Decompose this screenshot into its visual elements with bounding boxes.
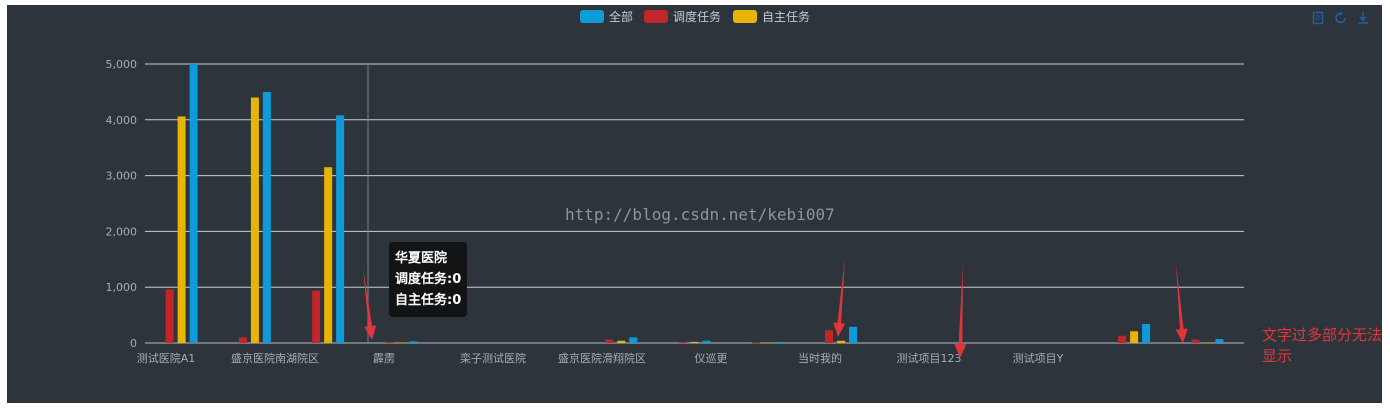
bar[interactable] [690,341,699,343]
bar[interactable] [409,341,418,343]
y-tick-label: 3,000 [106,170,138,183]
bar[interactable] [629,337,638,343]
bar[interactable] [250,97,259,343]
bar[interactable] [617,340,626,343]
bar[interactable] [702,340,711,343]
grid-lines [145,63,1244,344]
annotation-arrow [363,268,377,340]
legend-label[interactable]: 全部 [609,9,633,24]
bar[interactable] [763,342,772,344]
bar[interactable] [678,341,687,343]
tooltip-line-dispatch: 调度任务:0 [395,272,462,287]
bar[interactable] [177,116,186,344]
chart-tooltip: 华夏医院 调度任务:0 自主任务:0 [389,242,468,317]
x-tick-label: 霹雳 [373,352,395,365]
bar[interactable] [312,290,321,343]
bar[interactable] [605,339,614,343]
bar[interactable] [1130,331,1139,343]
restore-icon[interactable] [1334,10,1348,24]
chart-legend: 全部 调度任务 自主任务 [580,9,810,24]
bar[interactable] [849,326,858,343]
bar[interactable] [1142,324,1151,343]
x-tick-label: 测试项目Y [1013,352,1064,365]
annotation-arrow [954,264,967,358]
y-tick-label: 0 [130,337,137,350]
data-view-icon[interactable] [1311,10,1325,25]
overflow-note: 文字过多部分无法显示 [1262,326,1383,365]
x-tick-label: 测试项目123 [897,352,962,365]
x-tick-label: 栾子测试医院 [460,351,526,365]
bar[interactable] [1191,339,1200,343]
x-axis: 测试医院A1 盛京医院南湖院区 霹雳 栾子测试医院 盛京医院滑翔院区 仪巡更 当时我的 测试项… [137,351,1064,365]
y-tick-label: 1,000 [106,281,138,294]
bar[interactable] [825,330,834,343]
bar-series [165,64,1224,344]
bar[interactable] [751,342,760,344]
x-tick-label: 盛京医院滑翔院区 [558,351,646,365]
legend-label[interactable]: 自主任务 [762,9,810,24]
legend-swatch[interactable] [733,10,757,23]
x-tick-label: 盛京医院南湖院区 [231,351,319,365]
tooltip-title: 华夏医院 [395,251,448,266]
bar[interactable] [775,341,784,343]
legend-swatch[interactable] [644,10,668,23]
x-tick-label: 当时我的 [798,351,842,365]
watermark: http://blog.csdn.net/kebi007 [565,205,835,224]
bar[interactable] [1215,339,1224,343]
y-tick-label: 4,000 [106,114,138,127]
bar[interactable] [189,64,198,343]
bar[interactable] [238,337,247,343]
x-tick-label: 仪巡更 [695,352,728,365]
legend-swatch[interactable] [580,10,604,23]
legend-label[interactable]: 调度任务 [673,9,721,24]
bar[interactable] [1203,342,1212,344]
tooltip-line-autonomous: 自主任务:0 [395,293,462,308]
bar-chart: 全部 调度任务 自主任务 0 1,000 2,000 3,000 4,000 5,000 测试… [106,9,1244,365]
bar[interactable] [837,340,846,343]
annotation-arrow [1175,264,1188,343]
bar[interactable] [385,341,394,343]
bar[interactable] [397,342,406,344]
bar[interactable] [165,289,174,343]
bar[interactable] [262,91,271,344]
y-axis: 0 1,000 2,000 3,000 4,000 5,000 [106,58,138,350]
bar[interactable] [324,167,333,343]
bar[interactable] [336,115,345,343]
y-tick-label: 5,000 [106,58,138,71]
bar[interactable] [1118,335,1127,343]
annotation-arrow [833,258,846,337]
save-image-icon[interactable] [1356,10,1370,24]
y-tick-label: 2,000 [106,225,138,238]
x-tick-label: 测试医院A1 [137,351,196,365]
